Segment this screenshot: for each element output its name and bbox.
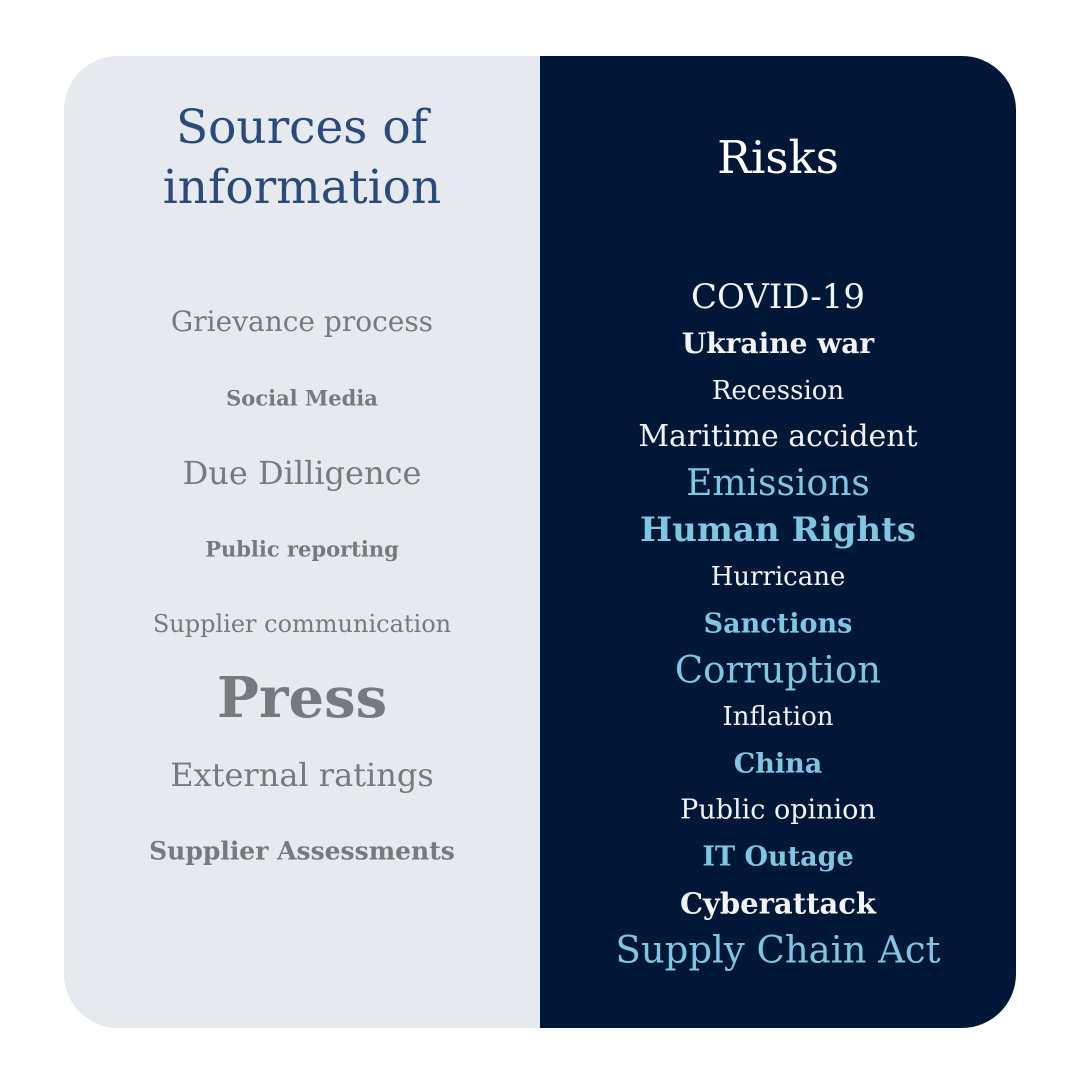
- source-item: Grievance process: [170, 305, 434, 338]
- info-card: Sources of information Grievance process…: [64, 56, 1016, 1028]
- risk-item: IT Outage: [702, 841, 854, 873]
- risk-item: Supply Chain Act: [615, 928, 941, 972]
- risks-panel: Risks COVID-19 Ukraine war Recession Mar…: [540, 56, 1016, 1028]
- risk-item: Public opinion: [680, 794, 876, 826]
- risk-item: Human Rights: [640, 510, 916, 550]
- risk-item: Corruption: [674, 648, 882, 692]
- sources-title: Sources of information: [64, 98, 540, 218]
- risk-item: Recession: [711, 376, 845, 406]
- risk-item: Hurricane: [710, 562, 846, 592]
- risk-item: Ukraine war: [681, 327, 875, 360]
- risk-item: China: [733, 748, 823, 780]
- risk-item: Sanctions: [703, 608, 853, 640]
- risk-item: Emissions: [686, 463, 870, 504]
- source-item: Social Media: [226, 385, 378, 411]
- sources-title-line2: information: [162, 160, 442, 215]
- risk-item: Cyberattack: [679, 886, 877, 921]
- source-item: Press: [216, 665, 388, 731]
- source-item: Supplier communication: [152, 610, 452, 638]
- risk-item: COVID-19: [691, 277, 865, 317]
- risks-title: Risks: [717, 131, 839, 184]
- sources-title-line1: Sources of: [175, 100, 429, 155]
- source-item: External ratings: [170, 756, 434, 794]
- source-item: Supplier Assessments: [149, 836, 455, 866]
- risk-item: Maritime accident: [638, 419, 918, 454]
- sources-panel: Sources of information Grievance process…: [64, 56, 540, 1028]
- risk-item: Inflation: [722, 702, 834, 732]
- source-item: Public reporting: [205, 536, 399, 562]
- source-item: Due Dilligence: [182, 454, 422, 492]
